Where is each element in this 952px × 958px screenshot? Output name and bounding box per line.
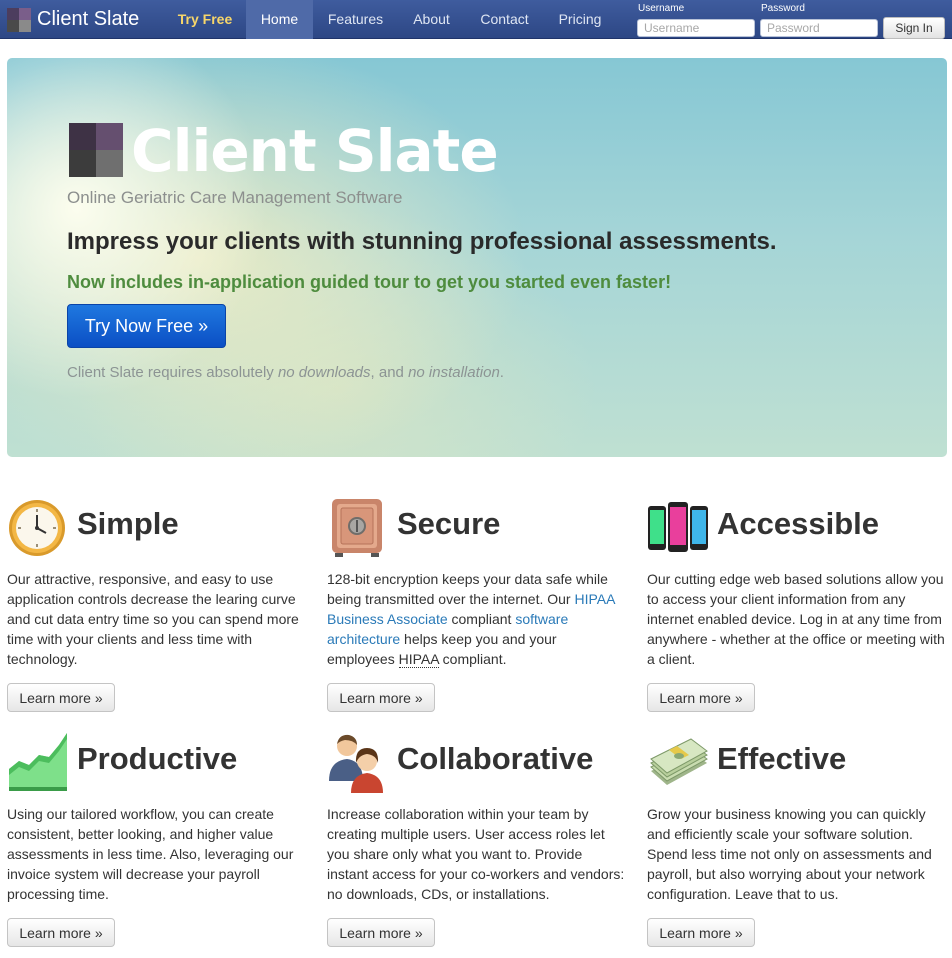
hero-note-emphasis-installation: no installation	[408, 364, 500, 381]
feature-title: Productive	[77, 741, 238, 776]
feature-description: 128-bit encryption keeps your data safe …	[327, 569, 627, 669]
nav-item-try-free[interactable]: Try Free	[164, 0, 246, 39]
nav-item-pricing[interactable]: Pricing	[544, 0, 616, 39]
learn-more-button[interactable]: Learn more »	[7, 918, 115, 947]
hero-note-emphasis-downloads: no downloads	[277, 364, 371, 381]
top-navbar: Client Slate Try Free Home Features Abou…	[0, 0, 952, 39]
hero-note-suffix: .	[499, 364, 504, 381]
hipaa-abbreviation: HIPAA	[398, 651, 439, 668]
feature-text-part: 128-bit encryption keeps your data safe …	[327, 571, 608, 607]
feature-description: Increase collaboration within your team …	[327, 806, 625, 902]
money-icon	[650, 738, 708, 785]
nav-item-home[interactable]: Home	[246, 0, 313, 39]
clock-icon	[9, 500, 65, 556]
feature-simple: Simple Our attractive, responsive, and e…	[7, 496, 307, 716]
hero-tagline: Now includes in-application guided tour …	[67, 272, 672, 292]
hero-subtitle: Online Geriatric Care Management Softwar…	[67, 188, 403, 207]
chart-icon	[9, 733, 67, 791]
sign-in-button[interactable]: Sign In	[883, 17, 945, 39]
hero-title: Client Slate	[131, 117, 499, 185]
feature-text-part: compliant.	[438, 651, 507, 667]
feature-title: Collaborative	[397, 741, 594, 776]
hero-note: Client Slate requires absolutely no down…	[67, 364, 504, 381]
feature-description: Our cutting edge web based solutions all…	[647, 571, 945, 667]
brand-logo-icon	[7, 7, 31, 32]
client-slate-logo-icon	[69, 123, 123, 177]
feature-secure: Secure 128-bit encryption keeps your dat…	[327, 496, 627, 716]
feature-title: Simple	[77, 506, 179, 541]
brand-link[interactable]: Client Slate	[7, 0, 139, 39]
learn-more-button[interactable]: Learn more »	[647, 683, 755, 712]
learn-more-button[interactable]: Learn more »	[327, 918, 435, 947]
username-label: Username	[638, 3, 685, 14]
feature-description: Grow your business knowing you can quick…	[647, 806, 932, 902]
feature-effective: Effective Grow your business knowing you…	[647, 731, 947, 951]
feature-title: Effective	[717, 741, 847, 776]
feature-accessible: Accessible Our cutting edge web based so…	[647, 496, 947, 716]
feature-description: Using our tailored workflow, you can cre…	[7, 806, 294, 902]
feature-title: Accessible	[717, 506, 879, 541]
nav-item-features[interactable]: Features	[313, 0, 398, 39]
feature-collaborative: Collaborative Increase collaboration wit…	[327, 731, 627, 951]
phones-icon	[648, 502, 708, 552]
brand-name: Client Slate	[37, 8, 140, 30]
hero-note-prefix: Client Slate requires absolutely	[67, 364, 278, 381]
nav-item-contact[interactable]: Contact	[465, 0, 544, 39]
learn-more-button[interactable]: Learn more »	[7, 683, 115, 712]
try-now-free-button[interactable]: Try Now Free »	[67, 304, 226, 348]
nav-item-about[interactable]: About	[398, 0, 465, 39]
hero-banner: Client Slate Online Geriatric Care Manag…	[7, 58, 947, 457]
password-label: Password	[761, 3, 805, 14]
learn-more-button[interactable]: Learn more »	[327, 683, 435, 712]
hero-headline: Impress your clients with stunning profe…	[67, 228, 777, 255]
feature-productive: Productive Using our tailored workflow, …	[7, 731, 307, 951]
feature-title: Secure	[397, 506, 501, 541]
users-icon	[329, 734, 383, 793]
password-input[interactable]	[760, 19, 878, 37]
safe-icon	[332, 499, 382, 557]
feature-text-part: compliant	[447, 611, 516, 627]
feature-description: Our attractive, responsive, and easy to …	[7, 571, 299, 667]
username-input[interactable]	[637, 19, 755, 37]
learn-more-button[interactable]: Learn more »	[647, 918, 755, 947]
hero-note-mid: , and	[370, 364, 409, 381]
